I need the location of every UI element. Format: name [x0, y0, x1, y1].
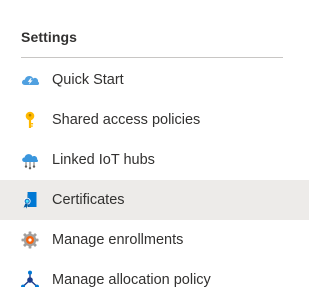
menu-item-manage-allocation-policy[interactable]: Manage allocation policy — [0, 260, 309, 287]
menu-item-linked-iot-hubs[interactable]: Linked IoT hubs — [0, 140, 309, 180]
section-divider — [21, 57, 283, 58]
iot-hub-icon — [20, 150, 40, 170]
menu-item-label: Certificates — [52, 192, 125, 208]
quick-start-cloud-icon — [20, 70, 40, 90]
menu-item-manage-enrollments[interactable]: Manage enrollments — [0, 220, 309, 260]
menu-item-label: Manage allocation policy — [52, 272, 211, 287]
settings-panel: Settings Quick Start Shared access polic… — [0, 0, 309, 287]
certificate-icon — [20, 190, 40, 210]
menu-item-label: Linked IoT hubs — [52, 152, 155, 168]
menu-item-quick-start[interactable]: Quick Start — [0, 60, 309, 100]
menu-item-certificates[interactable]: Certificates — [0, 180, 309, 220]
allocation-network-icon — [20, 270, 40, 287]
menu-item-label: Shared access policies — [52, 112, 201, 128]
menu-item-label: Quick Start — [52, 72, 124, 88]
settings-menu: Quick Start Shared access policies Linke… — [0, 60, 309, 287]
menu-item-label: Manage enrollments — [52, 232, 184, 248]
menu-item-shared-access-policies[interactable]: Shared access policies — [0, 100, 309, 140]
section-title: Settings — [21, 29, 78, 45]
gear-icon — [20, 230, 40, 250]
key-icon — [20, 110, 40, 130]
